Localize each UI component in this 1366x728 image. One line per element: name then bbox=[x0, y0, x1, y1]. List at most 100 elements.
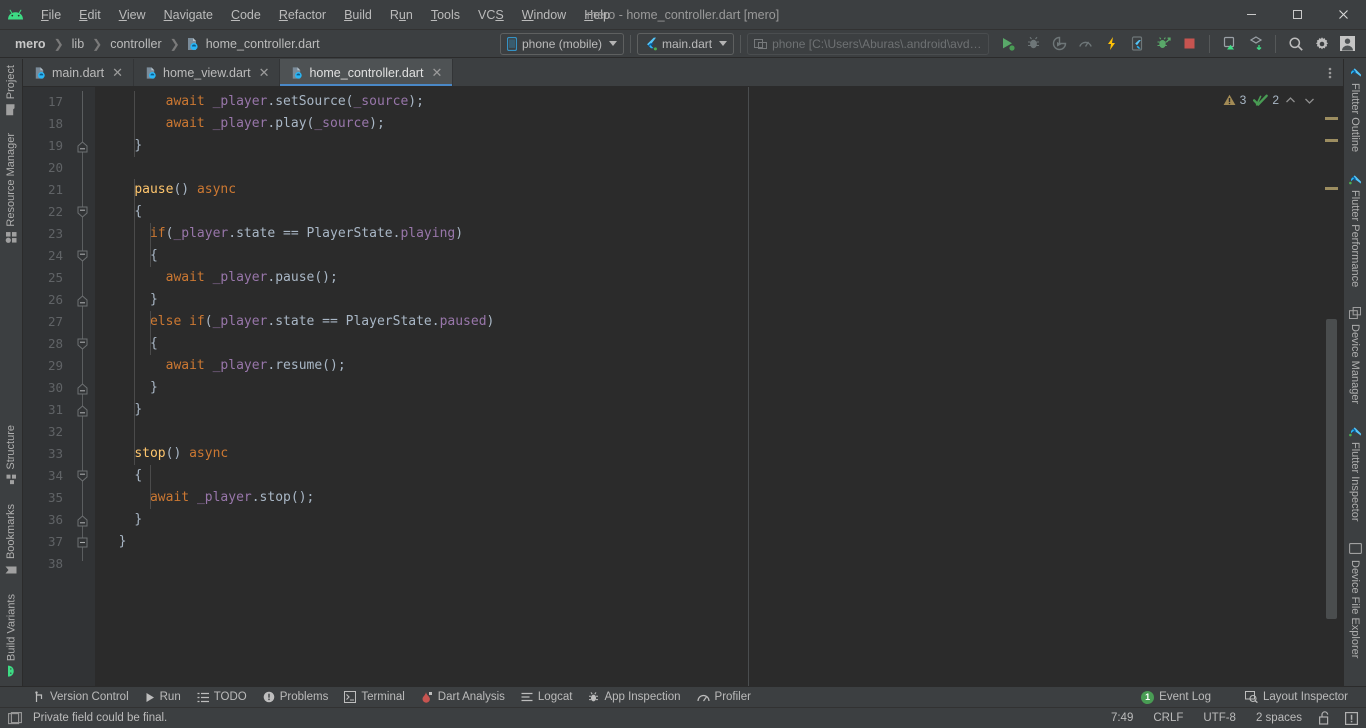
sdk-manager-icon[interactable] bbox=[1243, 32, 1268, 56]
editor-marker-strip[interactable] bbox=[1321, 87, 1343, 686]
close-button[interactable] bbox=[1320, 0, 1366, 30]
unlocked-icon[interactable] bbox=[1319, 711, 1331, 725]
close-icon[interactable]: ✕ bbox=[429, 65, 444, 80]
settings-icon[interactable] bbox=[1309, 32, 1334, 56]
code-line[interactable]: } bbox=[95, 289, 1321, 311]
code-line[interactable]: } bbox=[95, 399, 1321, 421]
code-fold-collapse-icon[interactable] bbox=[76, 201, 88, 223]
tool-window-version-control[interactable]: Version Control bbox=[26, 689, 137, 705]
editor-tab-home-view-dart[interactable]: home_view.dart ✕ bbox=[134, 59, 281, 86]
sidebar-item-build-variants[interactable]: Build Variants bbox=[2, 588, 21, 682]
debug-icon[interactable] bbox=[1021, 32, 1046, 56]
run-with-coverage-icon[interactable] bbox=[1047, 32, 1072, 56]
device-path-field[interactable]: phone [C:\Users\Aburas\.android\avd\... bbox=[747, 32, 990, 55]
sidebar-item-resource-manager[interactable]: Resource Manager bbox=[2, 127, 20, 250]
code-line[interactable]: } bbox=[95, 135, 1321, 157]
memory-indicator-icon[interactable] bbox=[8, 711, 22, 725]
editor-tab-main-dart[interactable]: main.dart ✕ bbox=[23, 59, 135, 86]
menu-vcs[interactable]: VCS bbox=[469, 5, 513, 25]
breadcrumb-item-file[interactable]: home_controller.dart bbox=[185, 36, 323, 52]
menu-help[interactable]: Help bbox=[575, 5, 619, 25]
warning-marker[interactable] bbox=[1325, 187, 1338, 190]
sidebar-item-project[interactable]: Project bbox=[2, 59, 20, 121]
code-fold-collapse-icon[interactable] bbox=[76, 333, 88, 355]
tool-window-problems[interactable]: Problems bbox=[255, 689, 337, 705]
sidebar-item-device-file-explorer[interactable]: Device File Explorer bbox=[1346, 536, 1364, 664]
code-line[interactable]: await _player.play(_source); bbox=[95, 113, 1321, 135]
notifications-icon[interactable] bbox=[1345, 711, 1358, 725]
tool-window-profiler[interactable]: Profiler bbox=[689, 689, 759, 705]
menu-view[interactable]: View bbox=[110, 5, 155, 25]
device-manager-icon[interactable] bbox=[1217, 32, 1242, 56]
code-line[interactable]: await _player.pause(); bbox=[95, 267, 1321, 289]
code-fold-end-icon[interactable] bbox=[76, 289, 88, 311]
sidebar-item-device-manager[interactable]: Device Manager bbox=[1346, 301, 1364, 410]
tool-window-logcat[interactable]: Logcat bbox=[513, 689, 581, 705]
code-fold-end-icon[interactable] bbox=[76, 509, 88, 531]
menu-build[interactable]: Build bbox=[335, 5, 381, 25]
code-fold-collapse-icon[interactable] bbox=[76, 465, 88, 487]
close-icon[interactable]: ✕ bbox=[110, 65, 125, 80]
code-fold-end-icon[interactable] bbox=[76, 399, 88, 421]
menu-navigate[interactable]: Navigate bbox=[155, 5, 222, 25]
code-line[interactable]: await _player.setSource(_source); bbox=[95, 91, 1321, 113]
tool-window-terminal[interactable]: Terminal bbox=[336, 689, 412, 705]
menu-code[interactable]: Code bbox=[222, 5, 270, 25]
sidebar-item-flutter-inspector[interactable]: Flutter Inspector bbox=[1346, 418, 1364, 527]
code-fold-end-icon[interactable] bbox=[76, 377, 88, 399]
code-line[interactable]: { bbox=[95, 245, 1321, 267]
warning-marker[interactable] bbox=[1325, 117, 1338, 120]
indent-setting[interactable]: 2 spaces bbox=[1253, 711, 1305, 725]
tool-window-run[interactable]: Run bbox=[137, 689, 189, 705]
editor-gutter[interactable]: 17 18 19 20 21 22 23 24 25 26 27 28 29 30 31 32 33 34 35 36… bbox=[23, 87, 95, 686]
run-icon[interactable] bbox=[995, 32, 1020, 56]
next-problem-icon[interactable] bbox=[1302, 96, 1317, 105]
code-line[interactable]: { bbox=[95, 465, 1321, 487]
code-line[interactable]: await _player.resume(); bbox=[95, 355, 1321, 377]
sidebar-item-flutter-outline[interactable]: Flutter Outline bbox=[1346, 59, 1364, 158]
run-configuration-selector[interactable]: main.dart bbox=[637, 32, 735, 55]
sidebar-item-bookmarks[interactable]: Bookmarks bbox=[2, 498, 20, 582]
sidebar-item-flutter-performance[interactable]: Flutter Performance bbox=[1346, 166, 1364, 293]
menu-refactor[interactable]: Refactor bbox=[270, 5, 335, 25]
code-line[interactable]: { bbox=[95, 333, 1321, 355]
menu-tools[interactable]: Tools bbox=[422, 5, 469, 25]
breadcrumb-item-lib[interactable]: lib bbox=[69, 36, 88, 52]
file-encoding[interactable]: UTF-8 bbox=[1200, 711, 1239, 725]
tool-window-app-inspection[interactable]: App Inspection bbox=[580, 689, 688, 705]
close-icon[interactable]: ✕ bbox=[257, 65, 272, 80]
hot-reload-icon[interactable] bbox=[1099, 32, 1124, 56]
code-line[interactable]: else if(_player.state == PlayerState.pau… bbox=[95, 311, 1321, 333]
tool-window-todo[interactable]: TODO bbox=[189, 689, 255, 705]
code-line[interactable] bbox=[95, 157, 1321, 179]
warning-marker[interactable] bbox=[1325, 139, 1338, 142]
flutter-attach-icon[interactable] bbox=[1151, 32, 1176, 56]
breadcrumb-item-project[interactable]: mero bbox=[12, 36, 49, 52]
code-line[interactable]: { bbox=[95, 201, 1321, 223]
tool-window-layout-inspector[interactable]: Layout Inspector bbox=[1237, 689, 1356, 705]
code-line[interactable]: } bbox=[95, 377, 1321, 399]
editor-scrollbar-thumb[interactable] bbox=[1326, 319, 1337, 619]
code-line[interactable]: } bbox=[95, 509, 1321, 531]
sidebar-item-structure[interactable]: Structure bbox=[2, 419, 20, 492]
code-fold-end-icon[interactable] bbox=[76, 135, 88, 157]
menu-run[interactable]: Run bbox=[381, 5, 422, 25]
code-fold-collapse-icon[interactable] bbox=[76, 245, 88, 267]
tool-window-event-log[interactable]: 1 Event Log bbox=[1133, 689, 1219, 706]
code-line[interactable]: if(_player.state == PlayerState.playing) bbox=[95, 223, 1321, 245]
maximize-button[interactable] bbox=[1274, 0, 1320, 30]
line-separator[interactable]: CRLF bbox=[1150, 711, 1186, 725]
code-line[interactable] bbox=[95, 553, 1321, 575]
menu-file[interactable]: FFileile bbox=[32, 5, 70, 25]
code-line[interactable] bbox=[95, 421, 1321, 443]
prev-problem-icon[interactable] bbox=[1283, 96, 1298, 105]
tool-window-dart-analysis[interactable]: Dart Analysis bbox=[413, 689, 513, 705]
stop-icon[interactable] bbox=[1177, 32, 1202, 56]
code-fold-end-icon[interactable] bbox=[76, 531, 88, 553]
code-line[interactable]: stop() async bbox=[95, 443, 1321, 465]
search-everywhere-icon[interactable] bbox=[1283, 32, 1308, 56]
account-icon[interactable] bbox=[1335, 32, 1360, 56]
open-devtools-icon[interactable] bbox=[1125, 32, 1150, 56]
profile-icon[interactable] bbox=[1073, 32, 1098, 56]
code-line[interactable]: pause() async bbox=[95, 179, 1321, 201]
